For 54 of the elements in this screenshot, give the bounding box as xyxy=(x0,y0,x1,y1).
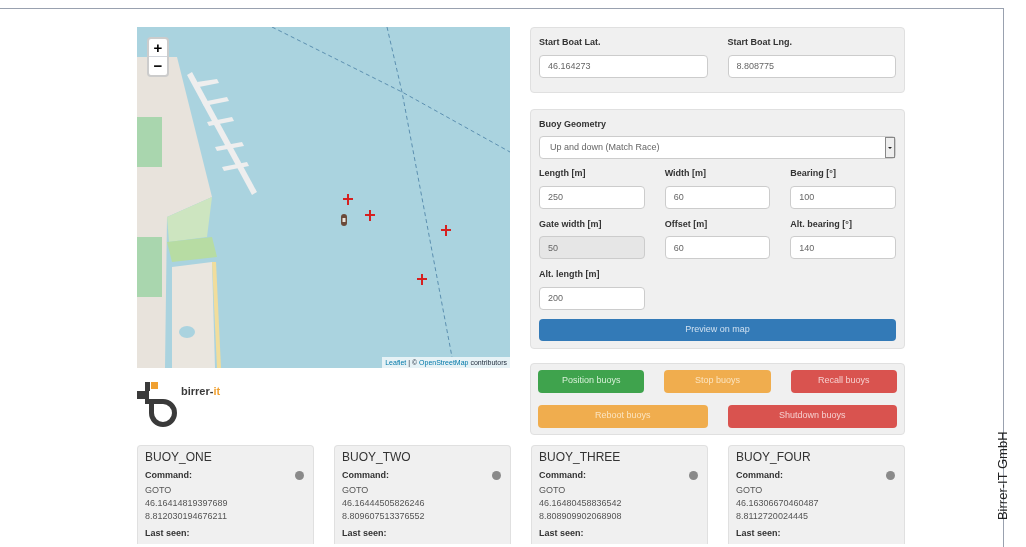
command-value: GOTO xyxy=(539,484,567,496)
zoom-in-button[interactable]: + xyxy=(149,39,167,57)
input-field[interactable]: 250 xyxy=(539,185,645,209)
logo-icon xyxy=(137,382,177,428)
buoy-marker-icon[interactable] xyxy=(441,225,452,236)
command-label: Command: xyxy=(539,468,586,482)
command-label: Command: xyxy=(342,468,389,482)
buoy-name: BUOY_ONE xyxy=(145,449,213,465)
boat-icon xyxy=(340,214,348,226)
field-label: Start Boat Lat. xyxy=(539,36,602,49)
geometry-select[interactable]: Up and down (Match Race) xyxy=(539,136,896,159)
last-seen-label: Last seen: xyxy=(145,527,191,539)
field-label: Buoy Geometry xyxy=(539,117,608,131)
input-field[interactable]: 46.164273 xyxy=(539,54,708,78)
command-label: Command: xyxy=(145,468,192,482)
caption-text: Birrer-IT GmbH xyxy=(993,431,1011,521)
latitude-value: 46.16414819397689 xyxy=(145,497,229,509)
field-label: Alt. length [m] xyxy=(539,268,601,281)
input-field[interactable]: 60 xyxy=(664,236,771,259)
latitude-value: 46.16306670460487 xyxy=(736,497,820,509)
field-label: Gate width [m] xyxy=(539,217,603,231)
field-label: Offset [m] xyxy=(664,217,709,231)
longitude-value: 8.808909902068908 xyxy=(539,510,623,522)
last-seen-label: Last seen: xyxy=(539,527,585,539)
longitude-value: 8.8112720024445 xyxy=(736,510,809,522)
input-field[interactable]: 60 xyxy=(664,185,771,209)
command-label: Command: xyxy=(736,468,783,482)
buoy-marker-icon[interactable] xyxy=(365,210,376,221)
longitude-value: 8.812030194676211 xyxy=(145,510,228,522)
logo-text: birrer-it xyxy=(181,384,221,399)
input-field[interactable]: 140 xyxy=(790,236,896,259)
last-seen-label: Last seen: xyxy=(736,527,782,539)
field-label: Alt. bearing [°] xyxy=(790,217,853,231)
buoy-marker-icon[interactable] xyxy=(417,274,428,285)
command-value: GOTO xyxy=(736,484,764,496)
command-value: GOTO xyxy=(145,484,173,496)
buoy-name: BUOY_FOUR xyxy=(736,449,812,465)
field-label: Width [m] xyxy=(664,167,708,180)
field-label: Start Boat Lng. xyxy=(727,36,793,49)
longitude-value: 8.809607513376552 xyxy=(342,510,426,522)
last-seen-label: Last seen: xyxy=(342,527,388,539)
input-field[interactable]: 200 xyxy=(539,286,645,310)
zoom-out-button[interactable]: − xyxy=(149,57,167,75)
command-value: GOTO xyxy=(342,484,370,496)
input-field[interactable]: 100 xyxy=(790,185,896,209)
input-field[interactable]: 8.808775 xyxy=(727,54,896,78)
field-label: Length [m] xyxy=(539,167,587,180)
latitude-value: 46.16444505826246 xyxy=(342,497,426,509)
field-label: Bearing [°] xyxy=(790,167,837,180)
buoy-name: BUOY_THREE xyxy=(539,449,622,465)
latitude-value: 46.16480458836542 xyxy=(539,497,623,509)
buoy-name: BUOY_TWO xyxy=(342,449,412,465)
buoy-marker-icon[interactable] xyxy=(343,194,354,205)
preview-on-map-button[interactable]: Preview on map xyxy=(539,318,896,341)
